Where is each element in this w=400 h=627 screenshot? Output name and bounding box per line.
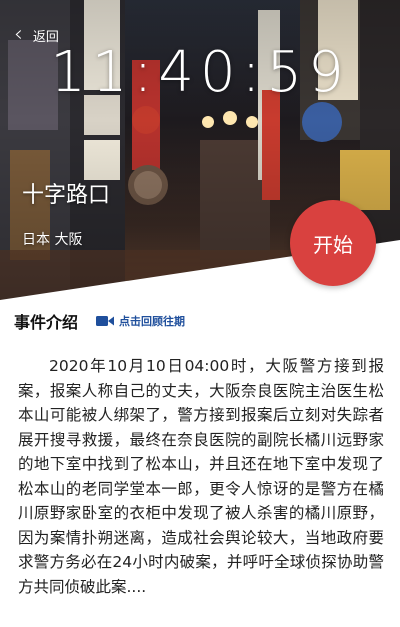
video-camera-icon xyxy=(96,316,115,326)
replay-link[interactable]: 点击回顾往期 xyxy=(96,313,185,329)
section-title: 事件介绍 xyxy=(14,313,79,332)
countdown-clock: 11:40:59 xyxy=(50,40,350,105)
start-button-label: 开始 xyxy=(313,232,353,257)
location-region: 日本 大阪 xyxy=(22,232,83,248)
event-description: 2020年10月10日04:00时，大阪警方接到报案，报案人称自己的丈夫，大阪奈… xyxy=(18,357,384,596)
start-button[interactable]: 开始 xyxy=(290,200,376,286)
location-name: 十字路口 xyxy=(22,183,111,208)
intro-header: 事件介绍 点击回顾往期 xyxy=(14,309,185,333)
replay-label: 点击回顾往期 xyxy=(119,315,186,328)
